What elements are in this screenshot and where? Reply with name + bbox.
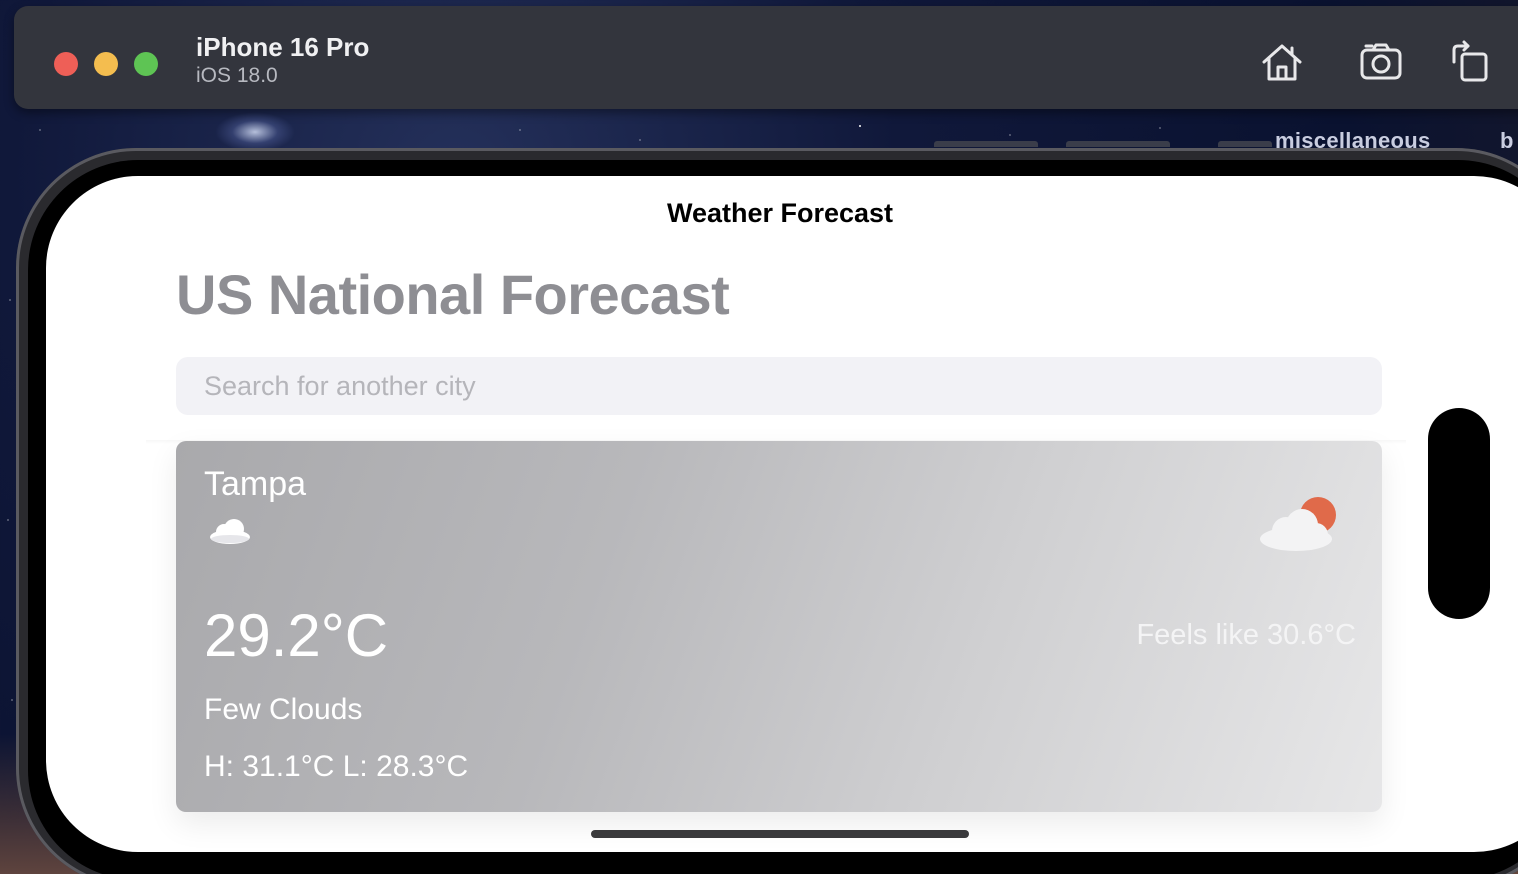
- feels-like-temperature: Feels like 30.6°C: [1136, 619, 1356, 651]
- simulator-titlebar: iPhone 16 Pro iOS 18.0: [14, 6, 1518, 109]
- zoom-window-button[interactable]: [134, 52, 158, 76]
- dynamic-island: [1428, 408, 1490, 619]
- search-placeholder: Search for another city: [204, 371, 476, 401]
- weather-card[interactable]: Tampa 29.2°C Feels like 30.6°C Few Cloud…: [176, 441, 1382, 812]
- home-indicator[interactable]: [591, 830, 969, 838]
- home-icon[interactable]: [1258, 38, 1306, 86]
- close-window-button[interactable]: [54, 52, 78, 76]
- rotate-icon[interactable]: [1446, 38, 1494, 86]
- high-low-temperature: H: 31.1°C L: 28.3°C: [204, 750, 469, 783]
- page-title: US National Forecast: [176, 263, 730, 326]
- city-name: Tampa: [204, 465, 307, 503]
- partly-cloudy-icon: [1258, 493, 1342, 553]
- device-name: iPhone 16 Pro: [196, 32, 370, 62]
- current-temperature: 29.2°C: [204, 602, 389, 669]
- app-screen: Weather Forecast US National Forecast Se…: [46, 176, 1518, 852]
- device-os-version: iOS 18.0: [196, 64, 278, 87]
- background-window-tab: [1218, 141, 1272, 147]
- nav-bar-title: Weather Forecast: [666, 198, 894, 228]
- minimize-window-button[interactable]: [94, 52, 118, 76]
- background-window-tab: [934, 141, 1038, 147]
- cloud-icon: [208, 515, 252, 545]
- background-window-tab: [1066, 141, 1170, 147]
- weather-condition: Few Clouds: [204, 693, 363, 726]
- background-star-flare: [215, 112, 295, 152]
- search-input[interactable]: Search for another city: [176, 357, 1382, 415]
- screenshot-icon[interactable]: [1357, 38, 1405, 86]
- background-label-b: b: [1500, 128, 1514, 153]
